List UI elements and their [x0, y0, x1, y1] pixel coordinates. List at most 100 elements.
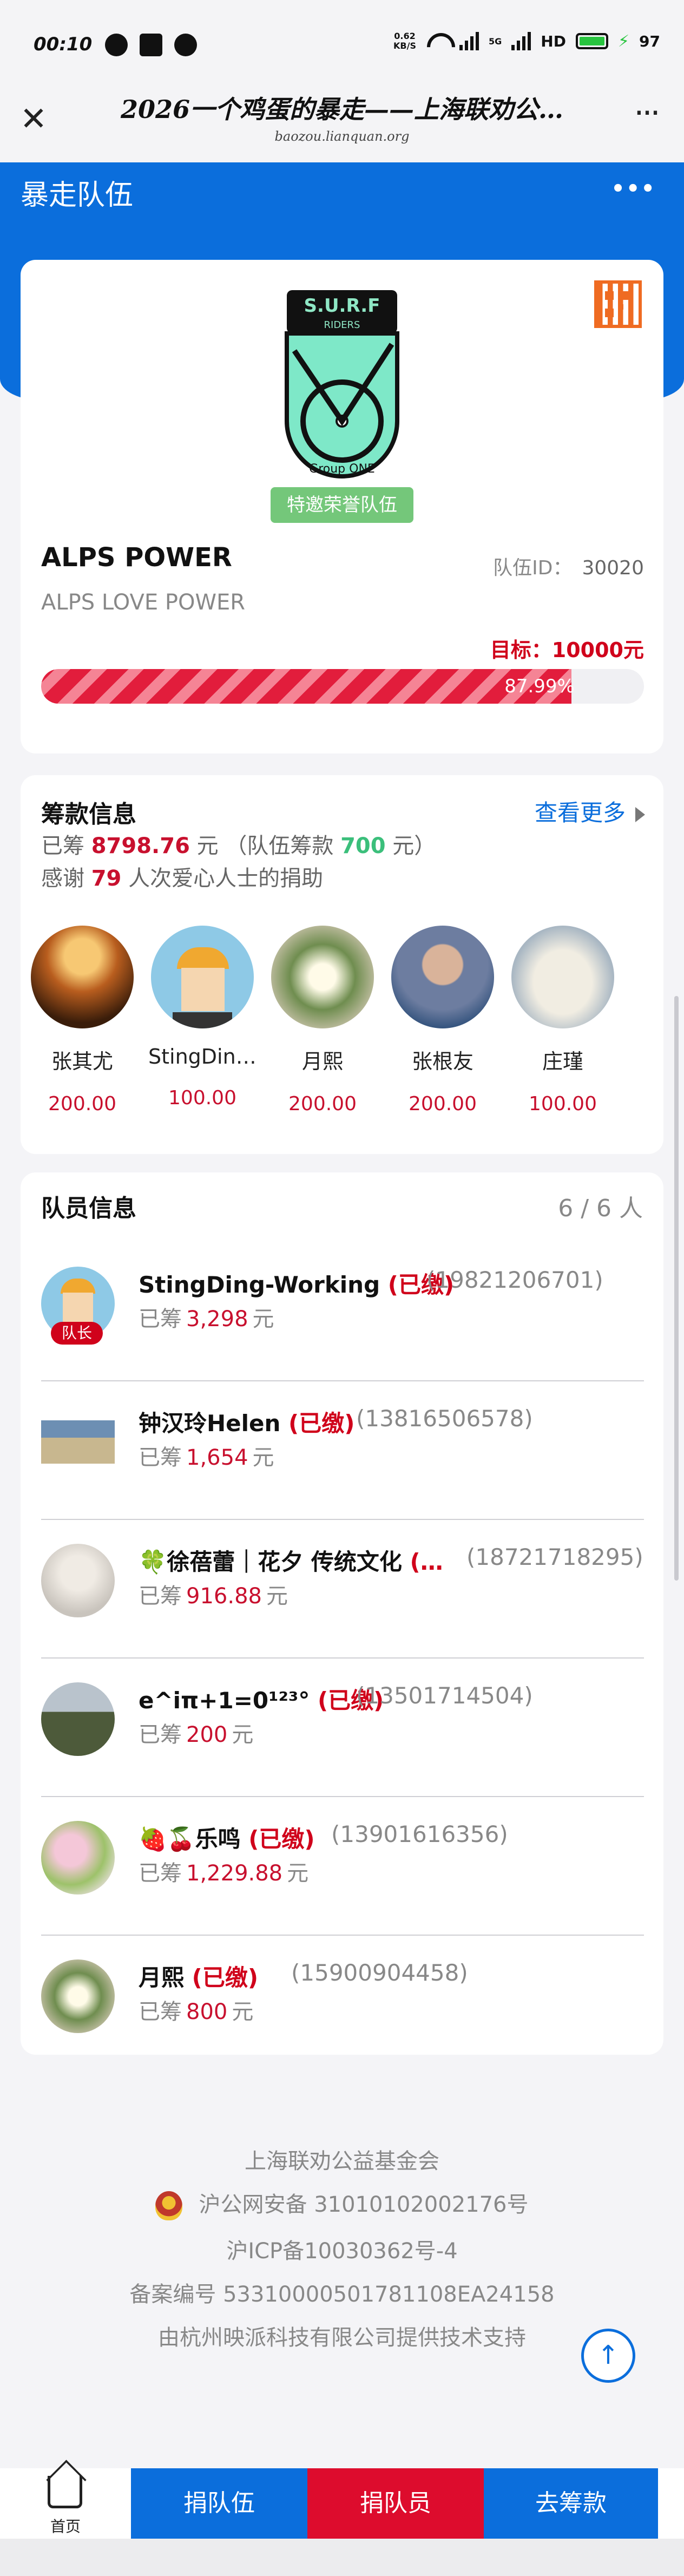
- leader-badge: 队长: [51, 1322, 103, 1345]
- donate-team-button[interactable]: 捐队伍: [131, 2468, 307, 2539]
- gesture-bar: [0, 2539, 684, 2576]
- donor-avatar: [31, 926, 134, 1028]
- donor-name: 月熙: [301, 1050, 343, 1073]
- fund-card: 筹款信息 查看更多 已筹 8798.76 元 （队伍筹款 700 元） 感谢 7…: [21, 775, 663, 1154]
- member-raised-amount: 200: [186, 1722, 228, 1747]
- member-raised: 已筹 1,654 元: [139, 1440, 274, 1471]
- donor-name: 张其尤: [51, 1050, 113, 1073]
- member-avatar: [41, 1544, 115, 1617]
- logo-bottom-text: Group ONE: [309, 462, 375, 476]
- battery-icon: [575, 33, 608, 49]
- fund-more-link[interactable]: 查看更多: [535, 795, 645, 828]
- bottom-nav: 首页 捐队伍 捐队员 去筹款: [0, 2468, 684, 2539]
- raised-unit: 元: [252, 1445, 274, 1470]
- home-label: 首页: [50, 2518, 81, 2535]
- progress-bar: 87.99%: [41, 669, 644, 704]
- donor-amount: 100.00: [529, 1093, 597, 1115]
- member-row[interactable]: 🍓🍒乐鸣 (已缴) (13901616356) 已筹 1,229.88 元: [21, 1797, 663, 1936]
- page-domain: baozou.lianquan.org: [274, 129, 410, 144]
- member-row[interactable]: 队长 StingDing-Working (已缴) (19821206701) …: [21, 1243, 663, 1381]
- footer-police-record[interactable]: 沪公网安备 31010102002176号: [0, 2187, 684, 2220]
- footer-icp[interactable]: 沪ICP备10030362号-4: [0, 2233, 684, 2265]
- member-raised-amount: 800: [186, 2000, 228, 2024]
- donor-item[interactable]: 张其尤 200.00: [28, 926, 136, 1115]
- donor-item[interactable]: 张根友 200.00: [389, 926, 497, 1115]
- member-name-text: 月熙: [139, 1964, 185, 1991]
- team-id-value: 30020: [582, 557, 644, 579]
- news-icon: [140, 34, 162, 56]
- donate-member-button[interactable]: 捐队员: [307, 2468, 484, 2539]
- raised-prefix: 已筹: [139, 1445, 182, 1470]
- raised-prefix: 已筹: [139, 1307, 182, 1332]
- team-logo: S.U.R.F RIDERS Group ONE: [285, 290, 399, 479]
- member-name-text: StingDing-Working: [139, 1271, 380, 1298]
- donor-item[interactable]: 月熙 200.00: [268, 926, 377, 1115]
- donor-amount: 200.00: [48, 1093, 116, 1115]
- donor-avatar: [271, 926, 374, 1028]
- battery-level: 97: [639, 32, 660, 50]
- member-name-text: 🍀徐蓓蕾｜花夕 传统文化: [139, 1549, 402, 1575]
- member-name-text: e^iπ+1=0¹²³°: [139, 1687, 310, 1714]
- members-title: 队员信息: [41, 1195, 136, 1222]
- go-raise-button[interactable]: 去筹款: [484, 2468, 658, 2539]
- donor-avatar: [511, 926, 614, 1028]
- back-to-top-icon[interactable]: ↑: [581, 2329, 635, 2383]
- close-icon[interactable]: ✕: [18, 103, 49, 135]
- donor-amount: 100.00: [168, 1087, 236, 1109]
- more-menu-icon[interactable]: ···: [624, 97, 668, 132]
- net-speed: 0.62 KB/S: [393, 31, 416, 51]
- member-phone: (13816506578): [356, 1405, 533, 1432]
- header-more-icon[interactable]: •••: [611, 176, 656, 201]
- member-raised-amount: 916.88: [186, 1584, 262, 1609]
- member-row[interactable]: e^iπ+1=0¹²³° (已缴) (13501714504) 已筹 200 元: [21, 1659, 663, 1797]
- member-phone: (18721718295): [466, 1544, 643, 1570]
- member-row[interactable]: 🍀徐蓓蕾｜花夕 传统文化 (… (18721718295) 已筹 916.88 元: [21, 1520, 663, 1659]
- donor-avatar: [391, 926, 494, 1028]
- member-row[interactable]: 月熙 (已缴) (15900904458) 已筹 800 元: [21, 1936, 663, 2074]
- wifi-icon: [426, 32, 450, 50]
- raised-unit: 元: [287, 1861, 309, 1886]
- donor-name: StingDing-…: [148, 1045, 256, 1069]
- progress-fill: [41, 669, 572, 704]
- status-indicators: 0.62 KB/S 5G HD ⚡ 97: [393, 31, 660, 51]
- qr-code-icon[interactable]: [594, 280, 642, 328]
- donor-count: 79: [91, 866, 122, 891]
- donor-item[interactable]: StingDing-… 100.00: [148, 926, 256, 1109]
- home-tab[interactable]: 首页: [0, 2468, 131, 2539]
- member-raised-amount: 1,654: [186, 1445, 248, 1470]
- member-row[interactable]: 钟汉玲Helen (已缴) (13816506578) 已筹 1,654 元: [21, 1381, 663, 1520]
- raised-unit: 元: [266, 1584, 288, 1609]
- member-phone: (13901616356): [331, 1821, 508, 1847]
- member-avatar: [41, 1959, 115, 2033]
- progress-label: 87.99%: [504, 676, 575, 697]
- team-fund-suffix: 元）: [392, 834, 436, 858]
- network-tag-5g: 5G: [489, 36, 502, 47]
- member-raised: 已筹 916.88 元: [139, 1578, 288, 1610]
- member-name: e^iπ+1=0¹²³° (已缴): [139, 1682, 384, 1715]
- member-raised: 已筹 3,298 元: [139, 1301, 274, 1333]
- team-name: ALPS POWER: [41, 542, 232, 573]
- team-id-label: 队伍ID：: [493, 557, 573, 579]
- signal-icon-2: [511, 32, 531, 50]
- member-name: 🍀徐蓓蕾｜花夕 传统文化 (…: [139, 1544, 443, 1577]
- raised-prefix: 已筹: [139, 2000, 182, 2024]
- police-badge-icon: [155, 2191, 183, 2220]
- raised-unit: 元: [196, 834, 219, 858]
- fund-thanks: 感谢 79 人次爱心人士的捐助: [41, 861, 323, 892]
- status-bar: 00:10 0.62 KB/S 5G HD ⚡ 97: [0, 0, 684, 87]
- team-id: 队伍ID： 30020: [493, 552, 644, 580]
- police-record-text: 沪公网安备 31010102002176号: [199, 2192, 529, 2217]
- paid-status: (已缴): [248, 1826, 315, 1852]
- thanks-suffix: 人次爱心人士的捐助: [128, 866, 324, 891]
- scrollbar[interactable]: [674, 996, 679, 1581]
- raised-prefix: 已筹: [139, 1861, 182, 1886]
- member-phone: (15900904458): [291, 1959, 468, 1986]
- notification-icons: [105, 34, 197, 56]
- message-icon: [105, 34, 128, 56]
- net-speed-unit: KB/S: [393, 41, 416, 51]
- member-raised-amount: 3,298: [186, 1307, 248, 1332]
- browser-title-bar: ✕ 2026一个鸡蛋的暴走——上海联劝公… baozou.lianquan.or…: [0, 87, 684, 162]
- member-name: 钟汉玲Helen (已缴): [139, 1405, 354, 1438]
- donor-item[interactable]: 庄瑾 100.00: [509, 926, 617, 1115]
- network-tag-hd: HD: [541, 32, 566, 50]
